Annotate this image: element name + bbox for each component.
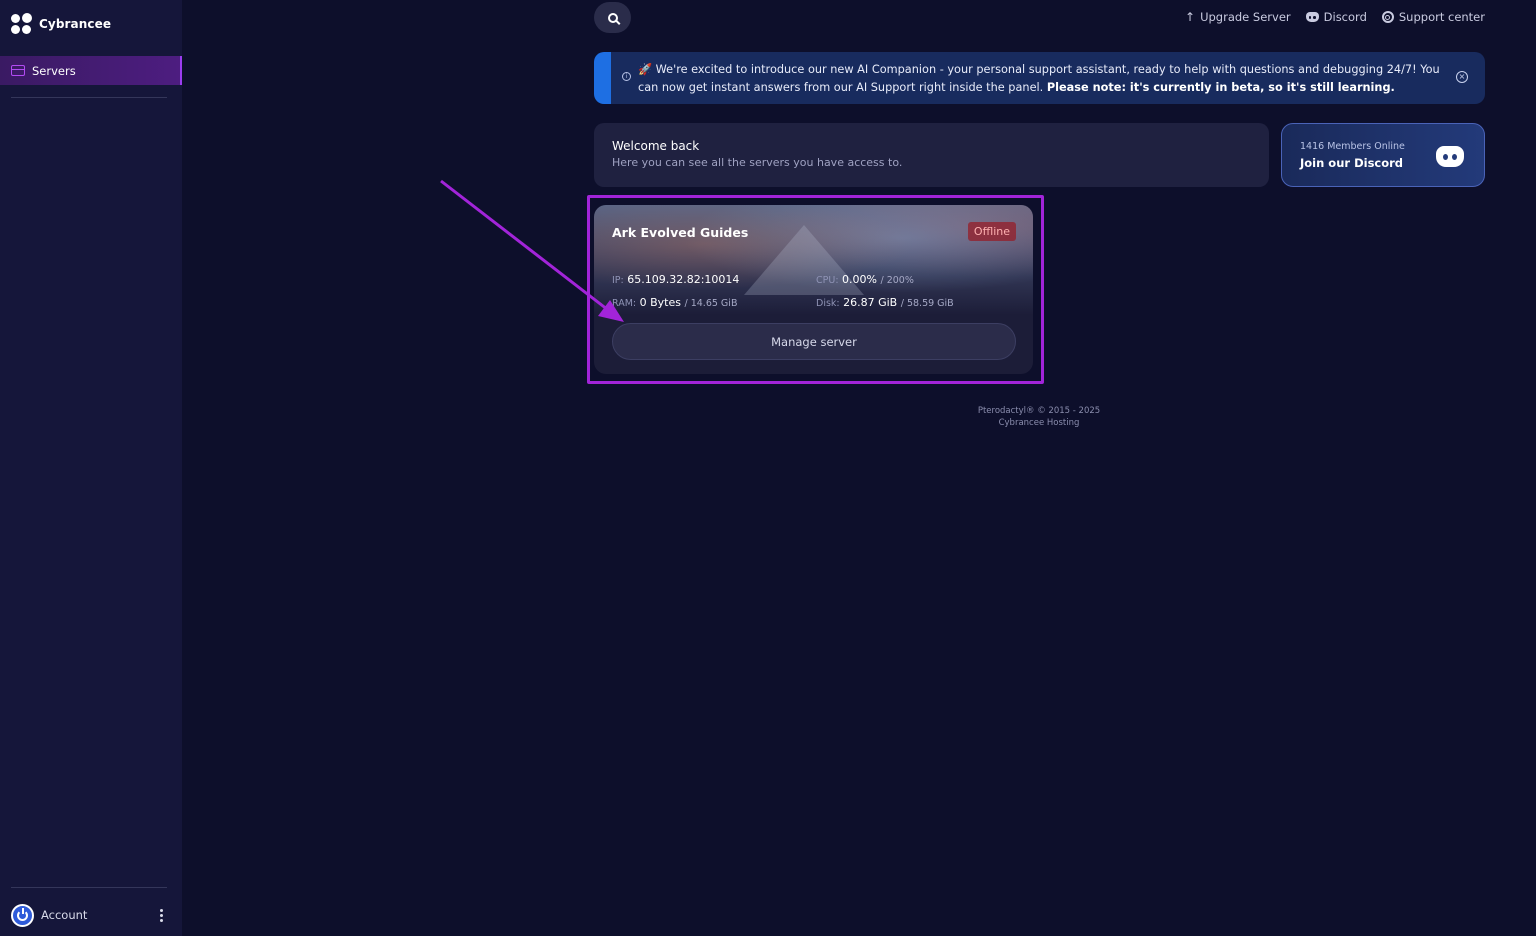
cpu-label: CPU: (816, 275, 839, 286)
disk-value: 26.87 GiB (843, 296, 898, 309)
ip-label: IP: (612, 275, 624, 286)
support-center-link[interactable]: Support center (1381, 10, 1485, 24)
join-discord-card[interactable]: 1416 Members Online Join our Discord (1281, 123, 1485, 187)
cpu-max: / 200% (880, 275, 914, 286)
server-card[interactable]: Ark Evolved Guides Offline IP: 65.109.32… (594, 205, 1033, 374)
server-ip: IP: 65.109.32.82:10014 (612, 273, 739, 286)
discord-link[interactable]: Discord (1305, 10, 1367, 24)
sidebar-divider (11, 887, 167, 888)
discord-icon (1305, 12, 1319, 22)
server-name: Ark Evolved Guides (612, 225, 749, 240)
footer-copyright: Pterodactyl® © 2015 - 2025 (977, 406, 1101, 416)
welcome-subtitle: Here you can see all the servers you hav… (612, 156, 903, 169)
upgrade-server-link[interactable]: ↑ Upgrade Server (1185, 10, 1291, 24)
footer-hosting: Cybrancee Hosting (998, 418, 1080, 428)
power-icon (11, 903, 34, 927)
welcome-card: Welcome back Here you can see all the se… (594, 123, 1269, 187)
manage-server-button[interactable]: Manage server (612, 323, 1016, 360)
disk-label: Disk: (816, 298, 840, 309)
server-disk: Disk: 26.87 GiB / 58.59 GiB (816, 296, 954, 309)
server-icon (11, 65, 25, 76)
support-center-label: Support center (1398, 10, 1485, 24)
discord-label: Discord (1323, 10, 1367, 24)
search-button[interactable] (594, 2, 631, 33)
welcome-title: Welcome back (612, 139, 700, 153)
top-navigation: ↑ Upgrade Server Discord Support center (1185, 10, 1485, 24)
cybrancee-logo-icon (11, 13, 33, 35)
sidebar: Cybrancee Servers Account (0, 0, 182, 936)
info-icon: i (622, 72, 631, 81)
sidebar-item-label: Servers (32, 63, 76, 78)
account-menu[interactable]: Account (11, 902, 167, 928)
upgrade-server-label: Upgrade Server (1200, 10, 1291, 24)
kebab-menu-icon[interactable] (155, 908, 167, 922)
server-cpu: CPU: 0.00% / 200% (816, 273, 914, 286)
ram-value: 0 Bytes (639, 296, 681, 309)
search-icon (607, 12, 618, 23)
discord-icon (1436, 146, 1464, 167)
close-icon[interactable]: × (1456, 71, 1468, 83)
lifebuoy-icon (1381, 11, 1394, 23)
account-label: Account (41, 908, 88, 922)
status-badge: Offline (967, 222, 1016, 241)
server-ram: RAM: 0 Bytes / 14.65 GiB (612, 296, 737, 309)
sidebar-divider (11, 97, 167, 98)
announcement-banner: i 🚀 We're excited to introduce our new A… (594, 52, 1485, 104)
ram-max: / 14.65 GiB (684, 298, 738, 309)
footer: Pterodactyl® © 2015 - 2025 Cybrancee Hos… (939, 405, 1139, 429)
ip-value: 65.109.32.82:10014 (627, 273, 740, 286)
arrow-up-icon: ↑ (1185, 10, 1196, 24)
brand[interactable]: Cybrancee (11, 13, 111, 35)
announcement-bold-text: Please note: it's currently in beta, so … (1046, 81, 1395, 94)
ram-label: RAM: (612, 298, 637, 309)
brand-name: Cybrancee (39, 17, 112, 31)
sidebar-item-servers[interactable]: Servers (0, 56, 182, 85)
disk-max: / 58.59 GiB (900, 298, 954, 309)
cpu-value: 0.00% (842, 273, 877, 286)
